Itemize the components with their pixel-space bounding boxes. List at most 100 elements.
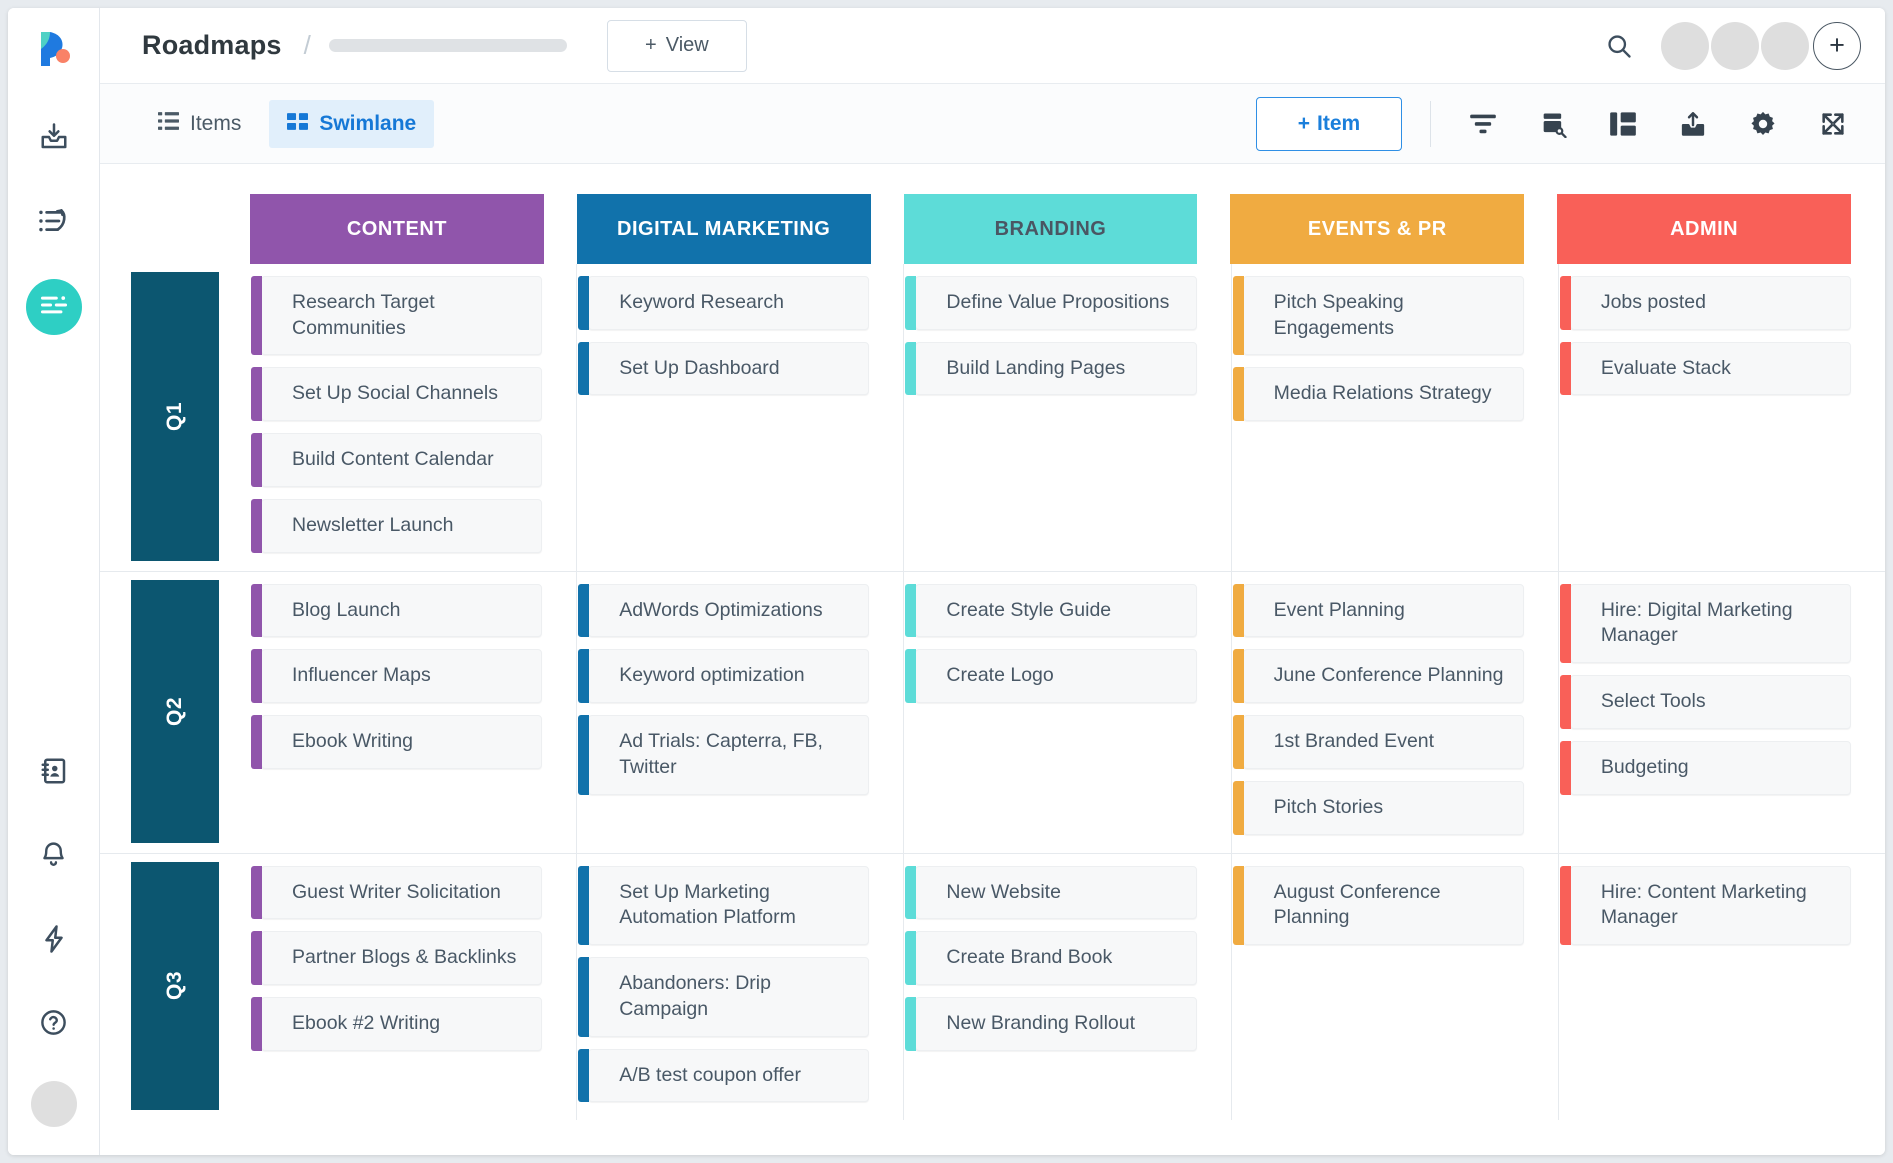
sidebar-item-inbox[interactable] [26, 111, 82, 167]
roadmap-card[interactable]: Partner Blogs & Backlinks [261, 931, 542, 985]
roadmap-card[interactable]: Build Landing Pages [915, 342, 1196, 396]
swimlane-row: Q3 Guest Writer Solicitation Partner Blogs… [100, 854, 1885, 1121]
column-header-label: BRANDING [995, 218, 1107, 241]
roadmap-card[interactable]: Set Up Social Channels [261, 367, 542, 421]
roadmap-card[interactable]: Ad Trials: Capterra, FB, Twitter [588, 715, 869, 794]
kanban-logo-icon[interactable] [31, 26, 77, 77]
roadmap-card[interactable]: Set Up Marketing Automation Platform [588, 866, 869, 945]
sidebar-item-contacts[interactable] [26, 745, 82, 801]
add-item-button[interactable]: + Item [1256, 97, 1402, 151]
upload-icon[interactable] [1669, 100, 1717, 148]
tab-items[interactable]: Items [140, 100, 259, 148]
roadmap-card[interactable]: Evaluate Stack [1570, 342, 1851, 396]
roadmap-card-label: Define Value Propositions [946, 290, 1169, 316]
roadmap-card[interactable]: Keyword optimization [588, 649, 869, 703]
roadmap-card[interactable]: August Conference Planning [1243, 866, 1524, 945]
column-header[interactable]: ADMIN [1557, 194, 1851, 264]
layout-panel-icon[interactable] [1599, 100, 1647, 148]
sidebar-avatar[interactable] [31, 1081, 77, 1127]
roadmap-card[interactable]: Budgeting [1570, 741, 1851, 795]
roadmap-card-label: June Conference Planning [1274, 663, 1504, 689]
roadmap-card[interactable]: Create Style Guide [915, 584, 1196, 638]
column-header[interactable]: EVENTS & PR [1230, 194, 1524, 264]
sidebar-item-automation[interactable] [26, 913, 82, 969]
roadmap-card[interactable]: Media Relations Strategy [1243, 367, 1524, 421]
avatar[interactable] [1661, 22, 1709, 70]
column-header[interactable]: BRANDING [904, 194, 1198, 264]
lane-cell: Set Up Marketing Automation Platform Aban… [576, 854, 903, 1121]
roadmap-card-label: Hire: Content Marketing Manager [1601, 880, 1836, 931]
app-window: Roadmaps / + View + [8, 8, 1885, 1155]
tab-swimlane-label: Swimlane [319, 112, 416, 136]
sidebar-item-notifications[interactable] [26, 829, 82, 885]
roadmap-card[interactable]: Research Target Communities [261, 276, 542, 355]
roadmap-card-label: Pitch Stories [1274, 795, 1383, 821]
question-circle-icon [39, 1008, 68, 1042]
roadmap-card-label: Create Brand Book [946, 945, 1112, 971]
roadmap-card-label: Set Up Dashboard [619, 356, 779, 382]
roadmap-card[interactable]: Define Value Propositions [915, 276, 1196, 330]
roadmap-card[interactable]: Keyword Research [588, 276, 869, 330]
roadmap-card-label: Guest Writer Solicitation [292, 880, 501, 906]
lane-label[interactable]: Q2 [131, 580, 219, 843]
roadmap-card[interactable]: Guest Writer Solicitation [261, 866, 542, 920]
roadmap-card-label: Jobs posted [1601, 290, 1706, 316]
roadmap-card-label: Media Relations Strategy [1274, 381, 1492, 407]
list-icon [158, 112, 179, 136]
gear-icon[interactable] [1739, 100, 1787, 148]
roadmap-card[interactable]: Pitch Speaking Engagements [1243, 276, 1524, 355]
column-header[interactable]: DIGITAL MARKETING [577, 194, 871, 264]
roadmap-card-label: Keyword Research [619, 290, 784, 316]
column-header[interactable]: CONTENT [250, 194, 544, 264]
roadmap-card[interactable]: Build Content Calendar [261, 433, 542, 487]
lane-cell: Jobs posted Evaluate Stack [1558, 264, 1885, 571]
roadmap-card[interactable]: Abandoners: Drip Campaign [588, 957, 869, 1036]
roadmap-card-label: Event Planning [1274, 598, 1405, 624]
search-icon[interactable] [1605, 32, 1633, 60]
roadmap-card-label: Newsletter Launch [292, 513, 454, 539]
fullscreen-icon[interactable] [1809, 100, 1857, 148]
tab-swimlane[interactable]: Swimlane [269, 100, 434, 148]
sidebar-item-roadmap[interactable] [26, 279, 82, 335]
lane-label-wrap: Q3 [100, 854, 250, 1121]
roadmap-card[interactable]: Blog Launch [261, 584, 542, 638]
roadmap-card[interactable]: Ebook Writing [261, 715, 542, 769]
roadmap-card[interactable]: Set Up Dashboard [588, 342, 869, 396]
roadmap-card[interactable]: Create Logo [915, 649, 1196, 703]
avatar[interactable] [1761, 22, 1809, 70]
sidebar-item-help[interactable] [26, 997, 82, 1053]
add-view-label: View [666, 34, 709, 57]
lane-cell: Keyword Research Set Up Dashboard [576, 264, 903, 571]
roadmap-card[interactable]: New Branding Rollout [915, 997, 1196, 1051]
roadmap-card[interactable]: A/B test coupon offer [588, 1049, 869, 1103]
add-member-button[interactable]: + [1813, 22, 1861, 70]
lane-label[interactable]: Q3 [131, 862, 219, 1111]
filter-icon[interactable] [1459, 100, 1507, 148]
roadmap-card[interactable]: Event Planning [1243, 584, 1524, 638]
roadmap-card[interactable]: Hire: Digital Marketing Manager [1570, 584, 1851, 663]
page-title: Roadmaps [142, 30, 282, 61]
roadmap-card[interactable]: Select Tools [1570, 675, 1851, 729]
lane-gutter-spacer [100, 194, 250, 264]
roadmap-card[interactable]: AdWords Optimizations [588, 584, 869, 638]
roadmap-card[interactable]: Newsletter Launch [261, 499, 542, 553]
roadmap-card[interactable]: Hire: Content Marketing Manager [1570, 866, 1851, 945]
lane-cell: Define Value Propositions Build Landing P… [903, 264, 1230, 571]
avatar[interactable] [1711, 22, 1759, 70]
card-link-icon[interactable] [1529, 100, 1577, 148]
roadmap-card[interactable]: Create Brand Book [915, 931, 1196, 985]
roadmap-card-label: Ad Trials: Capterra, FB, Twitter [619, 729, 854, 780]
roadmap-card[interactable]: Jobs posted [1570, 276, 1851, 330]
roadmap-card[interactable]: New Website [915, 866, 1196, 920]
add-view-button[interactable]: + View [607, 20, 747, 72]
sidebar-item-activity[interactable] [26, 195, 82, 251]
roadmap-card[interactable]: Pitch Stories [1243, 781, 1524, 835]
roadmap-card[interactable]: 1st Branded Event [1243, 715, 1524, 769]
lane-cell: August Conference Planning [1231, 854, 1558, 1121]
lane-cell: Event Planning June Conference Planning 1s… [1231, 572, 1558, 853]
roadmap-card[interactable]: Influencer Maps [261, 649, 542, 703]
lane-label-wrap: Q2 [100, 572, 250, 853]
roadmap-card[interactable]: Ebook #2 Writing [261, 997, 542, 1051]
lane-label[interactable]: Q1 [131, 272, 219, 561]
roadmap-card[interactable]: June Conference Planning [1243, 649, 1524, 703]
